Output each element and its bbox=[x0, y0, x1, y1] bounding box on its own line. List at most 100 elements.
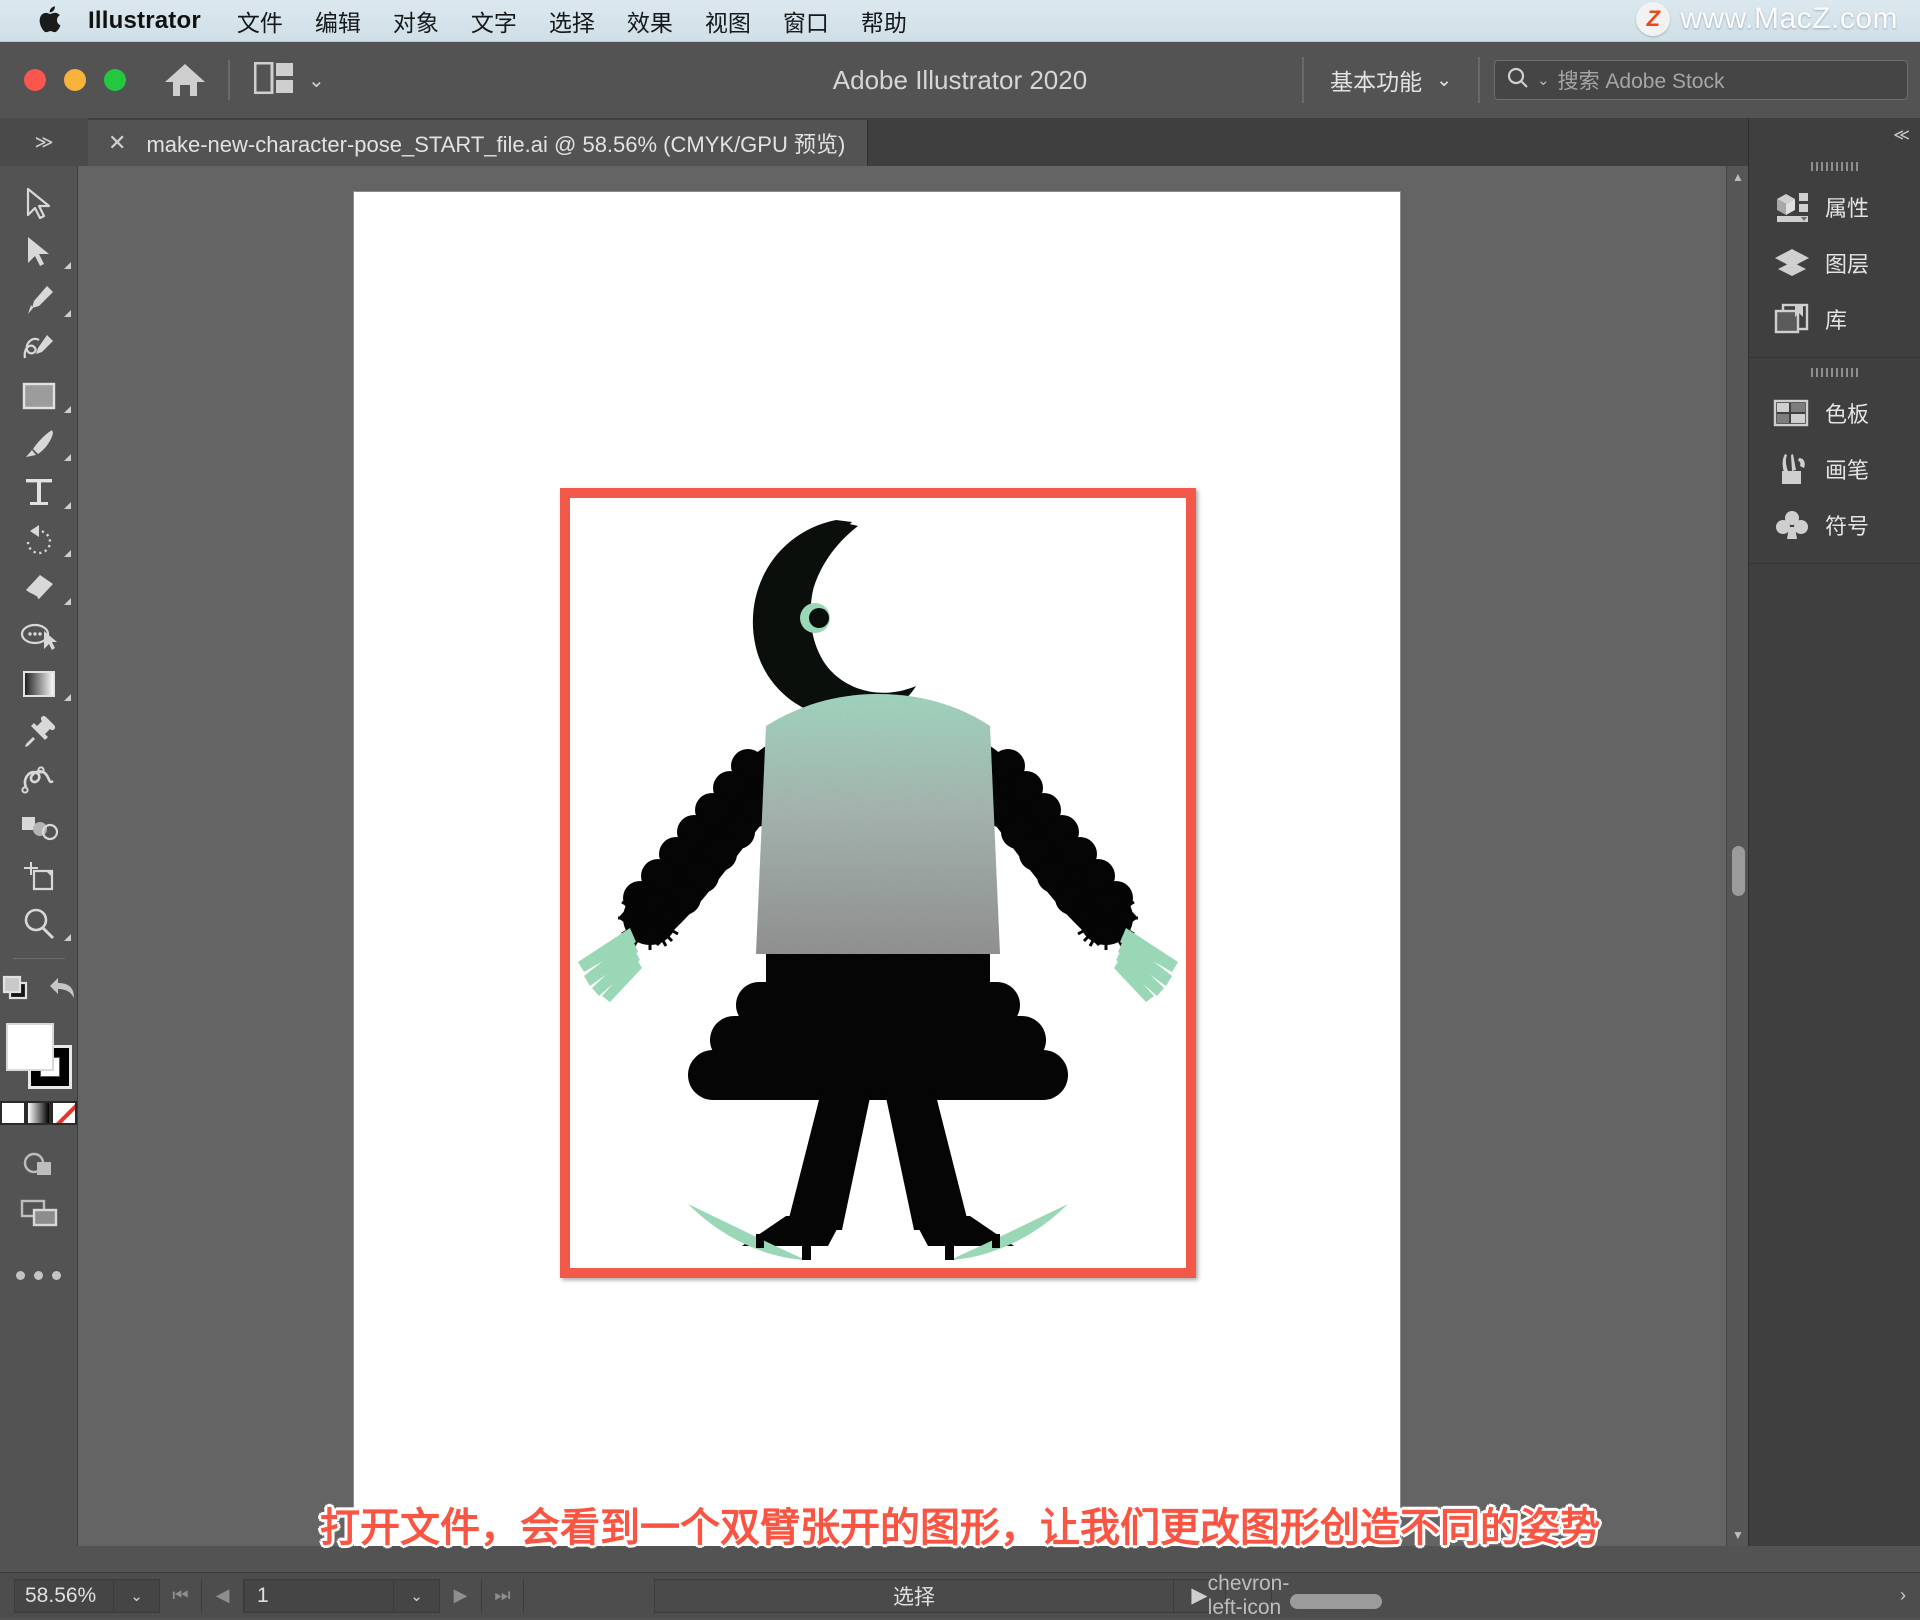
curvature-tool[interactable] bbox=[0, 324, 78, 372]
window-controls bbox=[24, 69, 126, 91]
zoom-dropdown-icon[interactable]: ⌄ bbox=[114, 1579, 160, 1613]
maximize-window-button[interactable] bbox=[104, 69, 126, 91]
artboard-tool[interactable] bbox=[0, 852, 78, 900]
eyedropper-tool[interactable] bbox=[0, 708, 78, 756]
document-tab[interactable]: ✕ make-new-character-pose_START_file.ai … bbox=[88, 120, 868, 166]
screen-mode-icon[interactable] bbox=[0, 1189, 78, 1237]
panel-grip[interactable] bbox=[1749, 358, 1920, 385]
blend-tool[interactable] bbox=[0, 756, 78, 804]
home-icon[interactable] bbox=[162, 57, 208, 103]
panel-label-swatches: 色板 bbox=[1825, 397, 1869, 429]
tutorial-caption: 打开文件，会看到一个双臂张开的图形，让我们更改图形创造不同的姿势 bbox=[0, 1495, 1920, 1553]
mac-menu-help[interactable]: 帮助 bbox=[861, 4, 907, 38]
workspace-switcher[interactable]: 基本功能 ⌄ bbox=[1304, 63, 1478, 97]
panel-button-libraries[interactable]: 库 bbox=[1749, 291, 1920, 347]
artboard[interactable] bbox=[354, 192, 1400, 1546]
next-page-icon[interactable]: ▶ bbox=[440, 1579, 482, 1613]
more-tools-button[interactable] bbox=[0, 1271, 77, 1280]
fill-color-swatch[interactable] bbox=[6, 1023, 54, 1071]
tool-flyout-indicator bbox=[64, 262, 71, 269]
rectangle-tool[interactable] bbox=[0, 372, 78, 420]
paintbrush-tool[interactable] bbox=[0, 420, 78, 468]
panel-button-brushes[interactable]: 画笔 bbox=[1749, 441, 1920, 497]
eraser-tool[interactable] bbox=[0, 564, 78, 612]
last-page-icon[interactable]: ⏭ bbox=[482, 1579, 524, 1613]
document-tab-bar: ≫ ✕ make-new-character-pose_START_file.a… bbox=[0, 118, 1920, 166]
arrange-objects-icon[interactable] bbox=[1, 974, 33, 1007]
search-input[interactable]: 搜索 Adobe Stock bbox=[1558, 65, 1725, 95]
layers-icon bbox=[1773, 246, 1811, 280]
page-dropdown-icon[interactable]: ⌄ bbox=[394, 1579, 440, 1613]
mac-menu-object[interactable]: 对象 bbox=[393, 4, 439, 38]
drawing-mode-icon[interactable] bbox=[0, 1141, 78, 1189]
panel-button-properties[interactable]: 属性 bbox=[1749, 179, 1920, 235]
close-icon[interactable]: ✕ bbox=[108, 132, 126, 154]
properties-icon bbox=[1773, 190, 1811, 224]
mac-menu-window[interactable]: 窗口 bbox=[783, 4, 829, 38]
tool-flyout-indicator bbox=[64, 406, 71, 413]
chevron-left-icon[interactable]: chevron-left-icon bbox=[1226, 1579, 1272, 1613]
fill-stroke-control[interactable] bbox=[6, 1023, 72, 1089]
symbol-sprayer-tool[interactable] bbox=[0, 804, 78, 852]
dock-collapse-button[interactable]: ≪ bbox=[1749, 118, 1920, 152]
panel-button-symbols[interactable]: 符号 bbox=[1749, 497, 1920, 553]
gradient-swatch-button[interactable] bbox=[26, 1101, 52, 1125]
zoom-tool[interactable] bbox=[0, 900, 78, 948]
apple-logo-icon[interactable] bbox=[36, 6, 62, 36]
selection-tool[interactable] bbox=[0, 180, 78, 228]
canvas-vertical-scrollbar[interactable]: ▲ ▼ bbox=[1726, 166, 1748, 1546]
none-swatch-button[interactable] bbox=[51, 1101, 77, 1125]
dock-group-primary: 属性 图层 库 bbox=[1749, 152, 1920, 358]
panel-grip[interactable] bbox=[1749, 152, 1920, 179]
document-tab-label: make-new-character-pose_START_file.ai @ … bbox=[146, 127, 845, 159]
gradient-tool[interactable] bbox=[0, 660, 78, 708]
color-mode-swatches bbox=[0, 1101, 77, 1125]
character-legs bbox=[688, 1088, 1068, 1260]
prev-page-icon[interactable]: ◀ bbox=[202, 1579, 244, 1613]
tool-flyout-indicator bbox=[64, 454, 71, 461]
first-page-icon[interactable]: ⏮ bbox=[160, 1579, 202, 1613]
right-panel-dock: ≪ 属性 bbox=[1748, 118, 1920, 1546]
shape-builder-tool[interactable] bbox=[0, 612, 78, 660]
zoom-level-input[interactable]: 58.56% bbox=[14, 1579, 114, 1613]
minimize-window-button[interactable] bbox=[64, 69, 86, 91]
close-window-button[interactable] bbox=[24, 69, 46, 91]
panel-button-swatches[interactable]: 色板 bbox=[1749, 385, 1920, 441]
mac-menu-view[interactable]: 视图 bbox=[705, 4, 751, 38]
brushes-icon bbox=[1773, 452, 1811, 486]
direct-selection-tool[interactable] bbox=[0, 228, 78, 276]
color-swatch-button[interactable] bbox=[0, 1101, 26, 1125]
panel-button-layers[interactable]: 图层 bbox=[1749, 235, 1920, 291]
macz-url-text: www.MacZ.com bbox=[1680, 2, 1898, 36]
adobe-stock-search[interactable]: ⌄ 搜索 Adobe Stock bbox=[1494, 60, 1908, 100]
mac-menu-effect[interactable]: 效果 bbox=[627, 4, 673, 38]
tool-flyout-indicator bbox=[64, 310, 71, 317]
pen-tool[interactable] bbox=[0, 276, 78, 324]
swatches-icon bbox=[1773, 398, 1811, 428]
chevron-right-icon[interactable]: › bbox=[1900, 1585, 1906, 1606]
mac-menu-select[interactable]: 选择 bbox=[549, 4, 595, 38]
status-text[interactable]: 选择 bbox=[654, 1579, 1174, 1613]
arrange-documents-icon bbox=[254, 62, 294, 99]
panel-label-libraries: 库 bbox=[1825, 303, 1847, 335]
rotate-tool[interactable] bbox=[0, 516, 78, 564]
mac-menu-file[interactable]: 文件 bbox=[237, 4, 283, 38]
tool-flyout-indicator bbox=[64, 550, 71, 557]
scroll-up-icon[interactable]: ▲ bbox=[1727, 166, 1748, 188]
undo-arrow-icon[interactable] bbox=[47, 975, 77, 1006]
horizontal-scroll-thumb[interactable] bbox=[1290, 1594, 1382, 1609]
character-artwork[interactable] bbox=[570, 498, 1186, 1268]
type-tool[interactable] bbox=[0, 468, 78, 516]
arrange-documents-button[interactable]: ⌄ bbox=[254, 62, 325, 99]
collapse-toolbar-button[interactable]: ≫ bbox=[0, 118, 88, 166]
mac-app-name[interactable]: Illustrator bbox=[88, 7, 201, 35]
symbols-icon bbox=[1773, 509, 1811, 541]
artwork-frame[interactable] bbox=[560, 488, 1196, 1278]
mac-menu-edit[interactable]: 编辑 bbox=[315, 4, 361, 38]
character-hips bbox=[688, 954, 1068, 1100]
page-number-input[interactable]: 1 bbox=[244, 1579, 394, 1613]
scroll-thumb[interactable] bbox=[1732, 846, 1745, 896]
tool-flyout-indicator bbox=[64, 934, 71, 941]
mac-menu-type[interactable]: 文字 bbox=[471, 4, 517, 38]
canvas-area[interactable]: ▲ ▼ bbox=[78, 166, 1748, 1546]
